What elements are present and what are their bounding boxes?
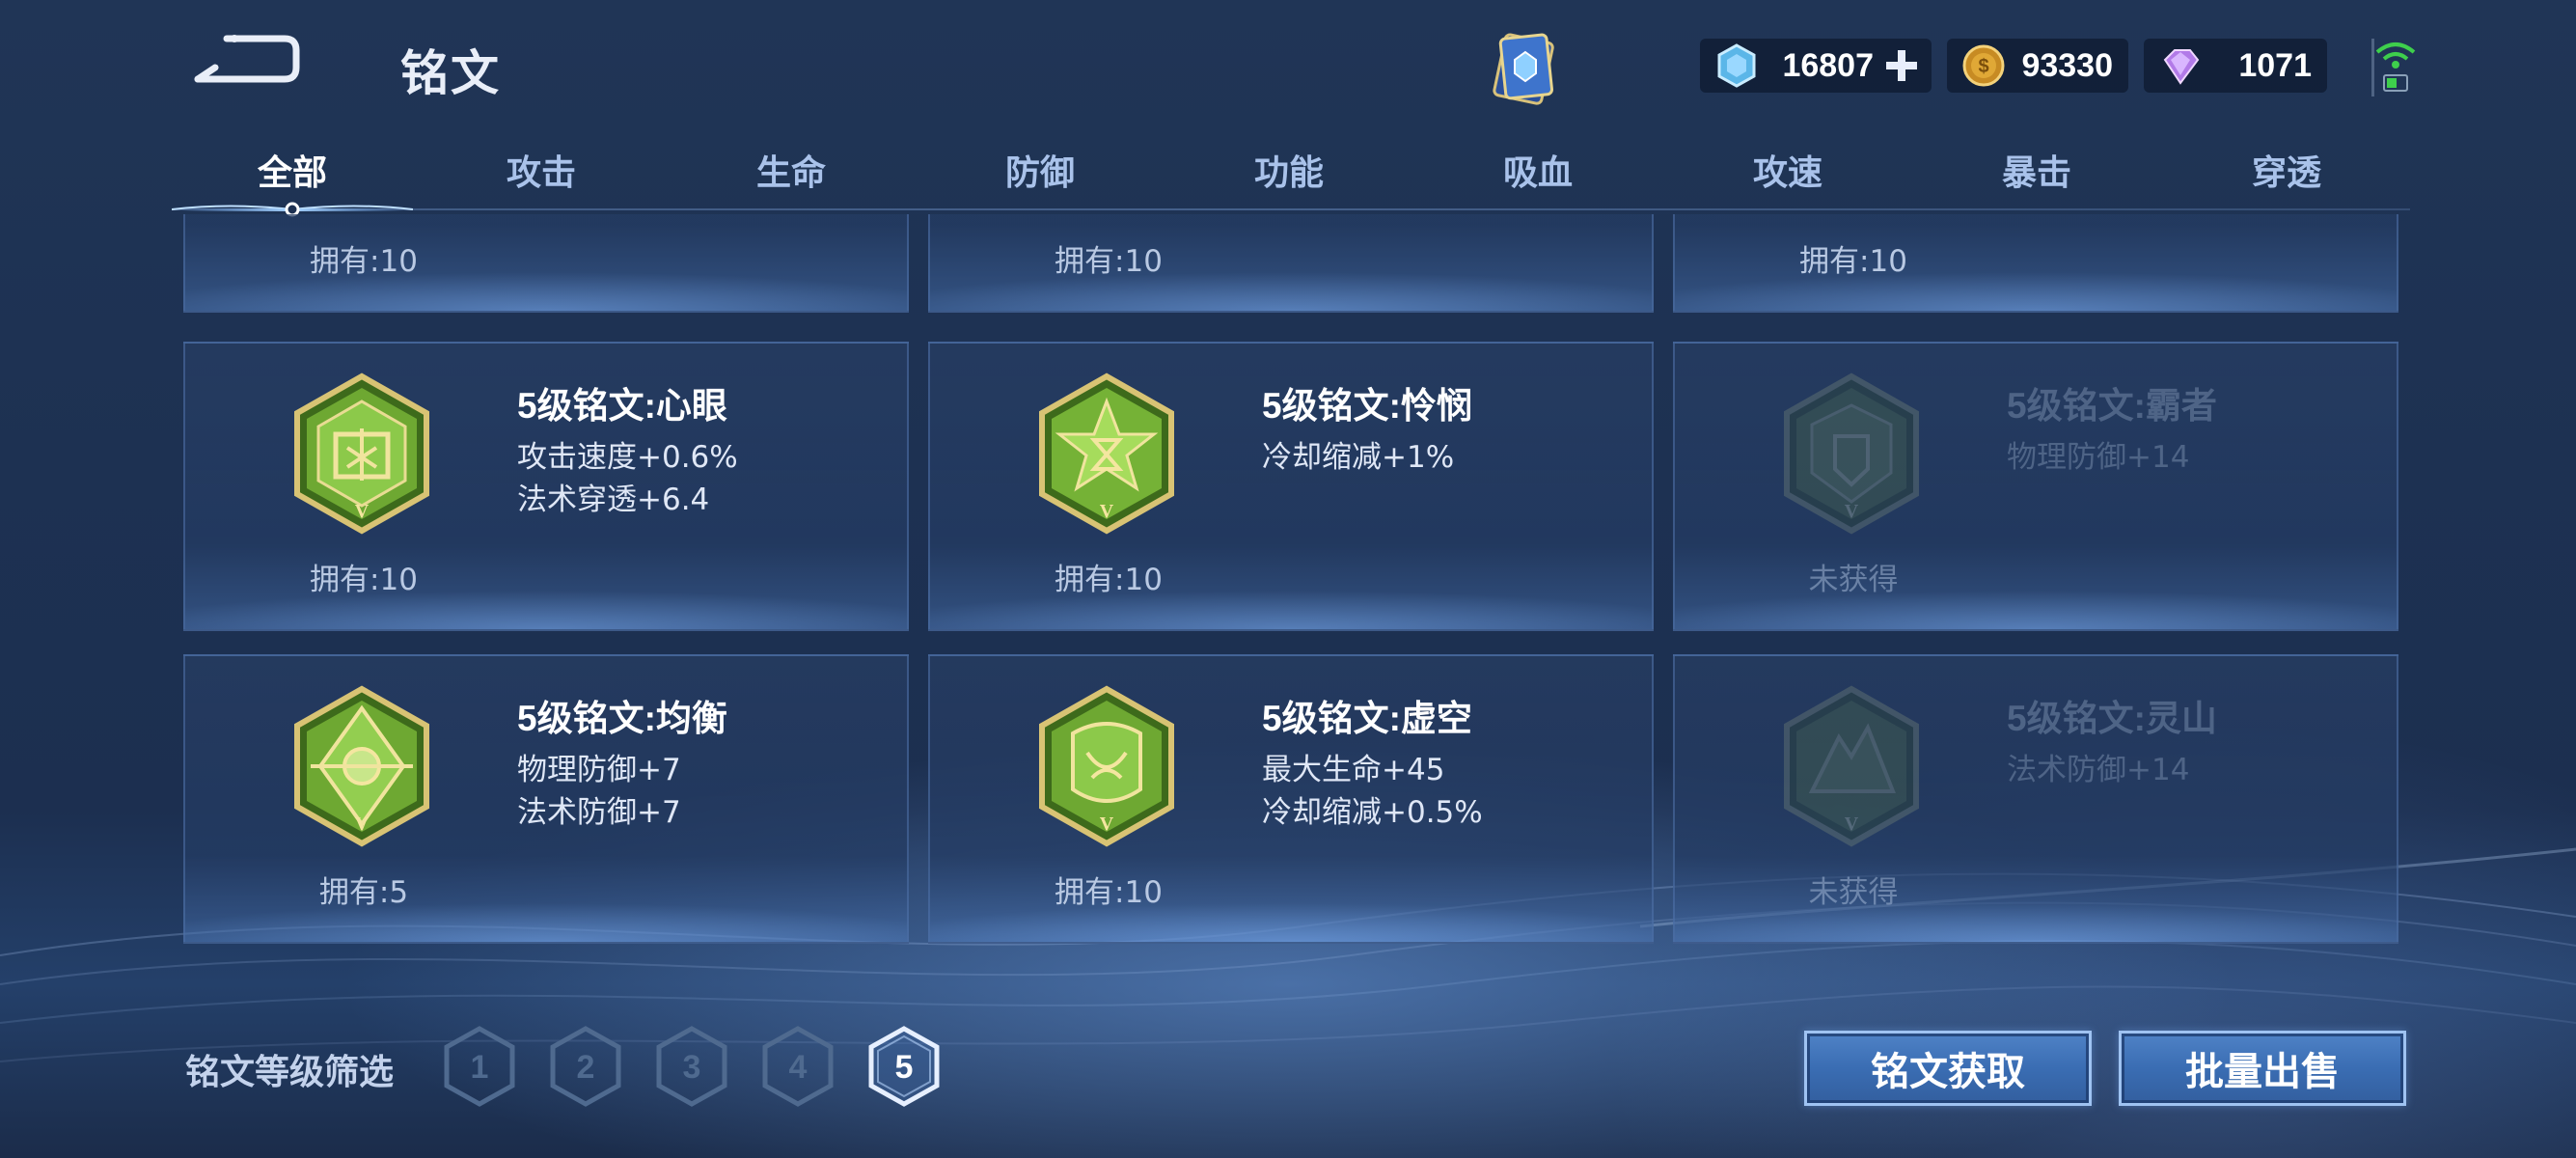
rune-name: 5级铭文:霸者 xyxy=(2007,386,2217,426)
rune-name: 5级铭文:灵山 xyxy=(2007,699,2217,738)
rune-stat: 法术防御+7 xyxy=(517,795,681,830)
level-number: 2 xyxy=(577,1049,595,1086)
level-filter-3[interactable]: 3 xyxy=(654,1025,729,1108)
diamond-balance: 16807 xyxy=(1700,39,1932,93)
svg-text:V: V xyxy=(1845,501,1859,522)
level-filter-4[interactable]: 4 xyxy=(760,1025,836,1108)
tab-attack[interactable]: 攻击 xyxy=(445,145,638,195)
rune-card-junheng[interactable]: V 5级铭文:均衡 物理防御+7 法术防御+7 拥有:5 xyxy=(183,654,909,944)
svg-text:V: V xyxy=(1100,813,1114,835)
rune-name: 5级铭文:虚空 xyxy=(1262,699,1472,738)
rune-stat: 最大生命+45 xyxy=(1262,753,1445,787)
owned-count: 拥有:10 xyxy=(1799,244,1907,279)
rune-lingshan-emblem-icon: V xyxy=(1784,685,1919,847)
gem-value: 1071 xyxy=(2238,46,2312,84)
owned-count: 拥有:10 xyxy=(310,244,418,279)
rune-card-bazhe[interactable]: V 5级铭文:霸者 物理防御+14 未获得 xyxy=(1673,342,2398,631)
level-number: 1 xyxy=(471,1049,489,1086)
tab-attack-speed[interactable]: 攻速 xyxy=(1691,145,1884,195)
tab-defense[interactable]: 防御 xyxy=(944,145,1137,195)
rune-card[interactable]: 移速 拥有:10 xyxy=(183,214,909,313)
gem-balance: 1071 xyxy=(2144,39,2327,93)
level-filter-2[interactable]: 2 xyxy=(548,1025,623,1108)
rune-card-xukong[interactable]: V 5级铭文:虚空 最大生命+45 冷却缩减+0.5% 拥有:10 xyxy=(928,654,1654,944)
gold-coin-icon: $ xyxy=(1962,44,2005,87)
diamond-value: 16807 xyxy=(1782,46,1874,84)
rune-stat: 物理防御+7 xyxy=(517,753,681,787)
rune-card-lianmin[interactable]: V 5级铭文:怜悯 冷却缩减+1% 拥有:10 xyxy=(928,342,1654,631)
rune-book-icon[interactable] xyxy=(1484,27,1567,110)
owned-count: 拥有:10 xyxy=(310,563,418,597)
rune-name: 5级铭文:均衡 xyxy=(517,699,727,738)
rune-stat: 法术防御+14 xyxy=(2007,753,2190,787)
batch-sell-button[interactable]: 批量出售 xyxy=(2119,1031,2406,1106)
tab-penetration[interactable]: 穿透 xyxy=(2190,145,2383,195)
svg-text:V: V xyxy=(355,813,370,835)
purple-gem-icon xyxy=(2163,49,2200,85)
svg-text:V: V xyxy=(1100,501,1114,522)
diamond-icon xyxy=(1717,43,1756,88)
rune-card-lingshan[interactable]: V 5级铭文:灵山 法术防御+14 未获得 xyxy=(1673,654,2398,944)
tab-function[interactable]: 功能 xyxy=(1192,145,1385,195)
rune-stat: 攻击速度+0.6% xyxy=(517,440,738,475)
tab-health[interactable]: 生命 xyxy=(695,145,888,195)
level-filter-label: 铭文等级筛选 xyxy=(185,1053,395,1092)
page-title: 铭文 xyxy=(400,45,501,101)
svg-text:V: V xyxy=(355,501,370,522)
rune-card[interactable]: 拥有:10 xyxy=(928,214,1654,313)
rune-junheng-emblem-icon: V xyxy=(294,685,429,847)
owned-status: 未获得 xyxy=(1808,563,1899,597)
svg-text:V: V xyxy=(1845,813,1859,835)
rune-xinyan-emblem-icon: V xyxy=(294,372,429,535)
level-number: 4 xyxy=(789,1049,808,1086)
rune-stat: 冷却缩减+0.5% xyxy=(1262,795,1483,830)
tab-all[interactable]: 全部 xyxy=(196,145,389,195)
owned-count: 拥有:10 xyxy=(1055,563,1163,597)
level-number: 5 xyxy=(895,1049,914,1086)
get-rune-button[interactable]: 铭文获取 xyxy=(1804,1031,2092,1106)
owned-count: 拥有:10 xyxy=(1055,244,1163,279)
rune-card-xinyan[interactable]: V 5级铭文:心眼 攻击速度+0.6% 法术穿透+6.4 拥有:10 xyxy=(183,342,909,631)
rune-stat: 冷却缩减+1% xyxy=(1262,440,1455,475)
rune-name: 5级铭文:怜悯 xyxy=(1262,386,1472,426)
rune-xukong-emblem-icon: V xyxy=(1039,685,1174,847)
back-arrow-icon[interactable] xyxy=(188,29,304,96)
owned-status: 未获得 xyxy=(1808,875,1899,910)
tab-lifesteal[interactable]: 吸血 xyxy=(1441,145,1634,195)
owned-count: 拥有:5 xyxy=(318,875,409,910)
rune-grid[interactable]: 移速 拥有:10 拥有:10 拥有:10 V 5级铭文:心眼 攻击速度+0.6%… xyxy=(181,214,2400,948)
rune-card[interactable]: 拥有:10 xyxy=(1673,214,2398,313)
rune-lianmin-emblem-icon: V xyxy=(1039,372,1174,535)
level-filter-1[interactable]: 1 xyxy=(442,1025,517,1108)
owned-count: 拥有:10 xyxy=(1055,875,1163,910)
rune-bazhe-emblem-icon: V xyxy=(1784,372,1919,535)
gold-value: 93330 xyxy=(2021,46,2113,84)
category-tabs: 全部 攻击 生命 防御 功能 吸血 攻速 暴击 穿透 xyxy=(172,135,2410,217)
tab-critical[interactable]: 暴击 xyxy=(1940,145,2133,195)
add-diamond-button[interactable] xyxy=(1883,47,1920,84)
tab-divider xyxy=(172,208,2410,210)
svg-text:$: $ xyxy=(1978,56,1988,77)
level-filter-5-selected[interactable]: 5 xyxy=(866,1025,942,1108)
rune-stat: 法术穿透+6.4 xyxy=(517,482,710,517)
gold-balance: $ 93330 xyxy=(1947,39,2128,93)
level-number: 3 xyxy=(683,1049,701,1086)
rune-name: 5级铭文:心眼 xyxy=(517,386,727,426)
rune-stat: 物理防御+14 xyxy=(2007,440,2190,475)
wifi-battery-icon xyxy=(2371,39,2416,96)
